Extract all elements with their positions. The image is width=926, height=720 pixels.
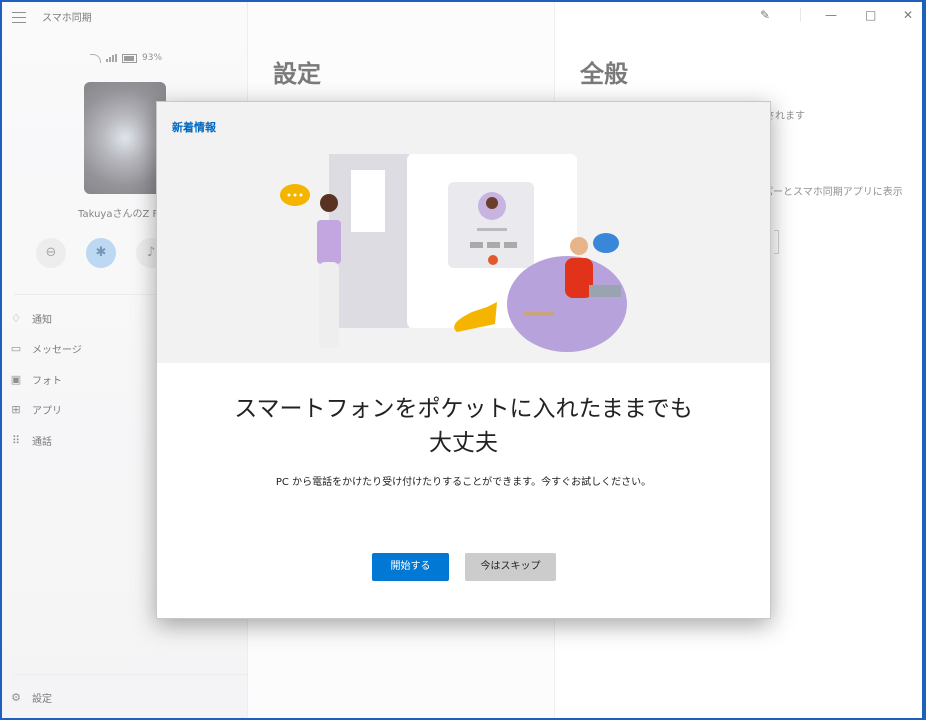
app-window: スマホ同期 93% TakuyaさんのZ Fo ⊖ ✱ ♪ ♢ 通知 ▭ メッセ… [2, 2, 922, 718]
dialog-title: スマートフォンをポケットに入れたままでも大丈夫 [234, 396, 693, 456]
skip-button[interactable]: 今はスキップ [465, 553, 556, 581]
dialog-label: 新着情報 [172, 121, 216, 134]
hero-illustration [157, 102, 770, 363]
illustration-svg [280, 154, 627, 352]
start-button[interactable]: 開始する [372, 553, 449, 581]
whats-new-dialog: 新着情報 スマートフォンをポケットに入れたままでも大丈夫 PC から電話をかけた… [156, 101, 771, 619]
dialog-body: PC から電話をかけたり受け付けたりすることができます。今すぐお試しください。 [275, 477, 652, 488]
